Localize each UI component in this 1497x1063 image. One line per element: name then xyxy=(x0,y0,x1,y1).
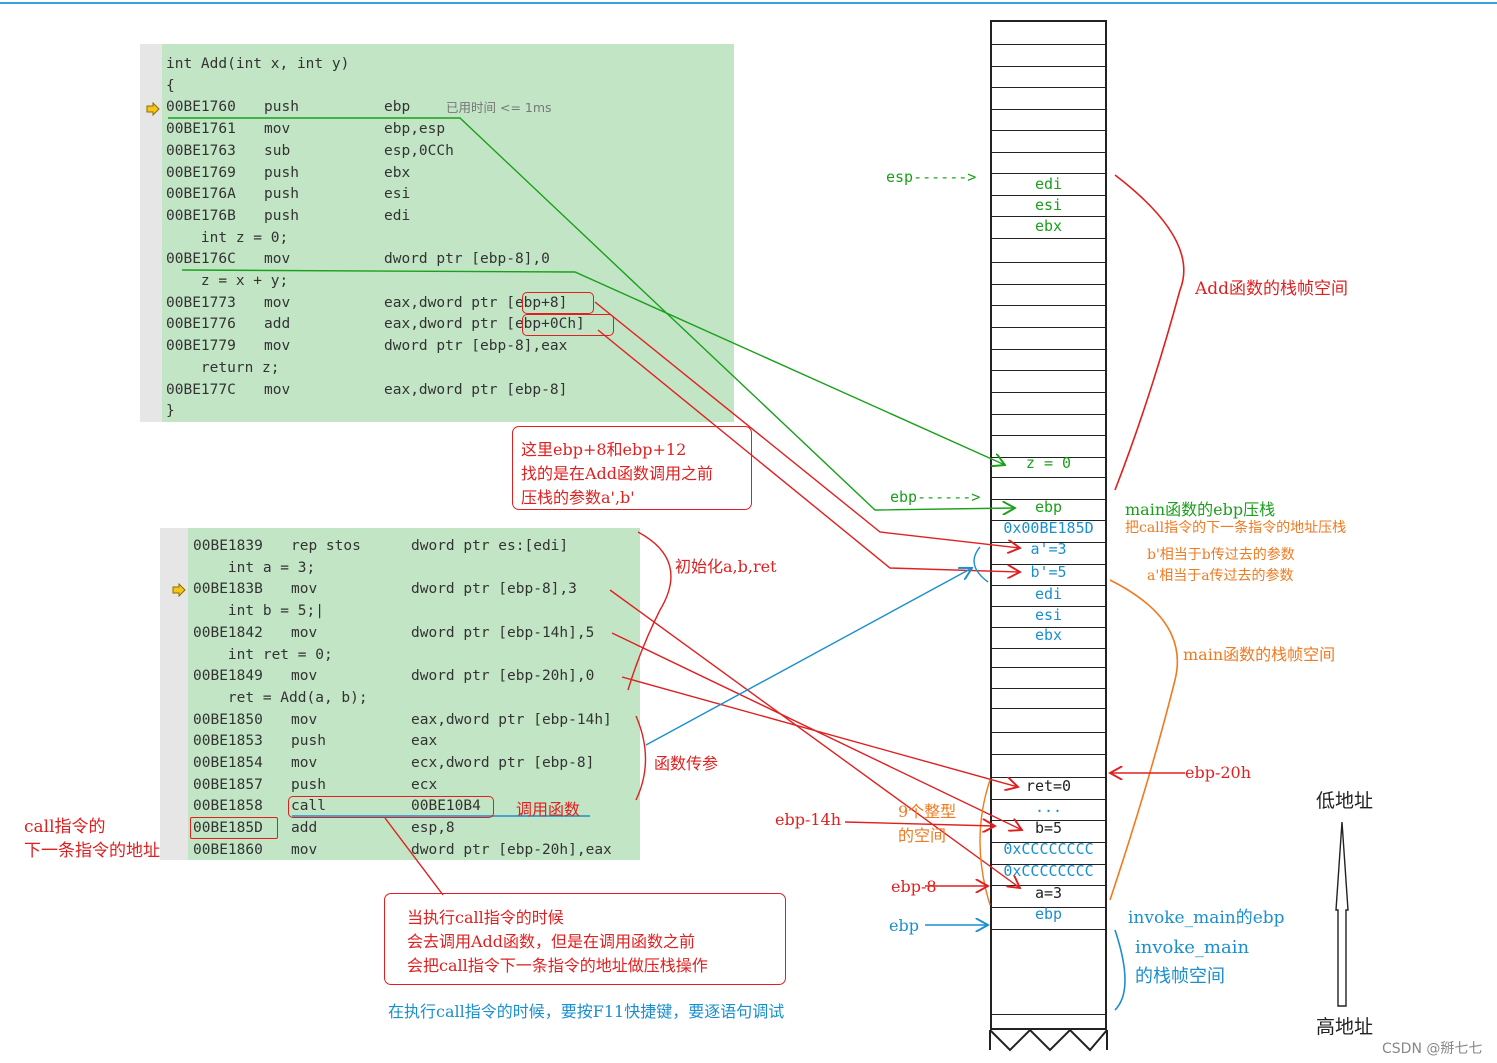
main-frame-label: main函数的栈帧空间 xyxy=(1183,645,1336,664)
note-call-line1: 当执行call指令的时候 xyxy=(407,908,564,927)
ebp-pointer: ebp------> xyxy=(890,488,981,506)
nine-ints-label-2: 的空间 xyxy=(898,826,947,845)
a-param-label: a'相当于a传过去的参数 xyxy=(1147,568,1294,584)
ebp-8-label: ebp-8 xyxy=(891,877,937,896)
note-ebp-params-line3: 压栈的参数a',b' xyxy=(521,488,635,507)
b-param-label: b'相当于b传过去的参数 xyxy=(1147,547,1295,563)
esp-pointer: esp------> xyxy=(886,168,977,186)
init-abret-label: 初始化a,b,ret xyxy=(675,557,777,576)
note-ebp-params-line1: 这里ebp+8和ebp+12 xyxy=(521,440,687,459)
high-address-label: 高地址 xyxy=(1316,1016,1374,1038)
f11-note: 在执行call指令的时候，要按F11快捷键，要逐语句调试 xyxy=(388,1002,785,1021)
invoke-ebp-label: invoke_main的ebp xyxy=(1128,908,1285,928)
note-call-line2: 会去调用Add函数，但是在调用函数之前 xyxy=(407,932,696,951)
note-call-line3: 会把call指令下一条指令的地址做压栈操作 xyxy=(407,956,708,975)
nine-ints-label-1: 9个整型 xyxy=(898,802,957,821)
highlight-ebp-plus-0ch xyxy=(522,314,614,336)
highlight-ebp-plus-8 xyxy=(522,292,594,314)
highlight-next-address xyxy=(190,817,278,839)
ebp-label: ebp xyxy=(889,916,919,935)
add-frame-label: Add函数的栈帧空间 xyxy=(1195,279,1349,299)
pass-params-label: 函数传参 xyxy=(654,754,719,773)
highlight-call xyxy=(288,796,494,818)
note-ebp-params-line2: 找的是在Add函数调用之前 xyxy=(521,464,714,483)
invoke-frame-label-1: invoke_main xyxy=(1135,937,1250,958)
ebp-20h-label: ebp-20h xyxy=(1185,763,1252,782)
push-next-addr-label: 把call指令的下一条指令的地址压栈 xyxy=(1125,520,1347,536)
invoke-frame-label-2: 的栈帧空间 xyxy=(1135,966,1225,987)
low-address-label: 低地址 xyxy=(1316,790,1374,812)
call-function-label: 调用函数 xyxy=(516,800,581,819)
call-next-label-1: call指令的 xyxy=(24,817,106,837)
watermark: CSDN @掰七七 xyxy=(1382,1041,1483,1057)
ebp-14h-label: ebp-14h xyxy=(775,810,842,829)
call-next-label-2: 下一条指令的地址 xyxy=(24,841,160,861)
